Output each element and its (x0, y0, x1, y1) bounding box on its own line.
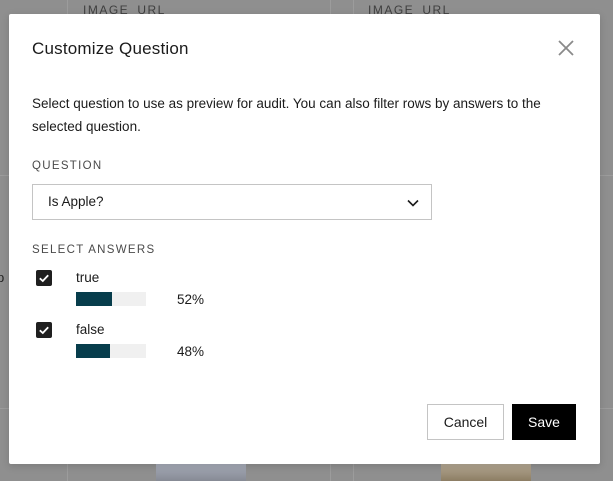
cancel-button[interactable]: Cancel (427, 404, 504, 440)
question-select-value: Is Apple? (48, 194, 104, 209)
question-select[interactable]: Is Apple? (32, 184, 432, 220)
checkmark-icon (39, 326, 49, 335)
answer-percentage-bar (76, 292, 146, 306)
background-image-thumbnail (156, 463, 246, 481)
question-label: QUESTION (32, 160, 103, 172)
answer-option-true: true 52% (9, 270, 600, 318)
dialog-title: Customize Question (32, 39, 189, 58)
answer-percentage-bar (76, 344, 146, 358)
dialog-description: Select question to use as preview for au… (32, 96, 541, 134)
answer-percentage-bar-fill (76, 292, 113, 306)
answer-percentage: 52% (177, 292, 205, 307)
background-cell-text: p (0, 270, 5, 285)
close-button[interactable] (556, 38, 576, 58)
background-image-thumbnail (441, 463, 531, 481)
answer-label: false (76, 322, 105, 337)
chevron-down-icon (407, 199, 419, 207)
answer-checkbox[interactable] (36, 322, 52, 338)
answer-percentage: 48% (177, 344, 205, 359)
select-answers-label: SELECT ANSWERS (32, 244, 156, 256)
answer-label: true (76, 270, 100, 285)
checkmark-icon (39, 274, 49, 283)
answer-percentage-bar-fill (76, 344, 110, 358)
save-button[interactable]: Save (512, 404, 576, 440)
answer-checkbox[interactable] (36, 270, 52, 286)
close-icon (558, 40, 574, 56)
answer-option-false: false 48% (9, 322, 600, 370)
customize-question-dialog: Customize Question Select question to us… (9, 14, 600, 464)
